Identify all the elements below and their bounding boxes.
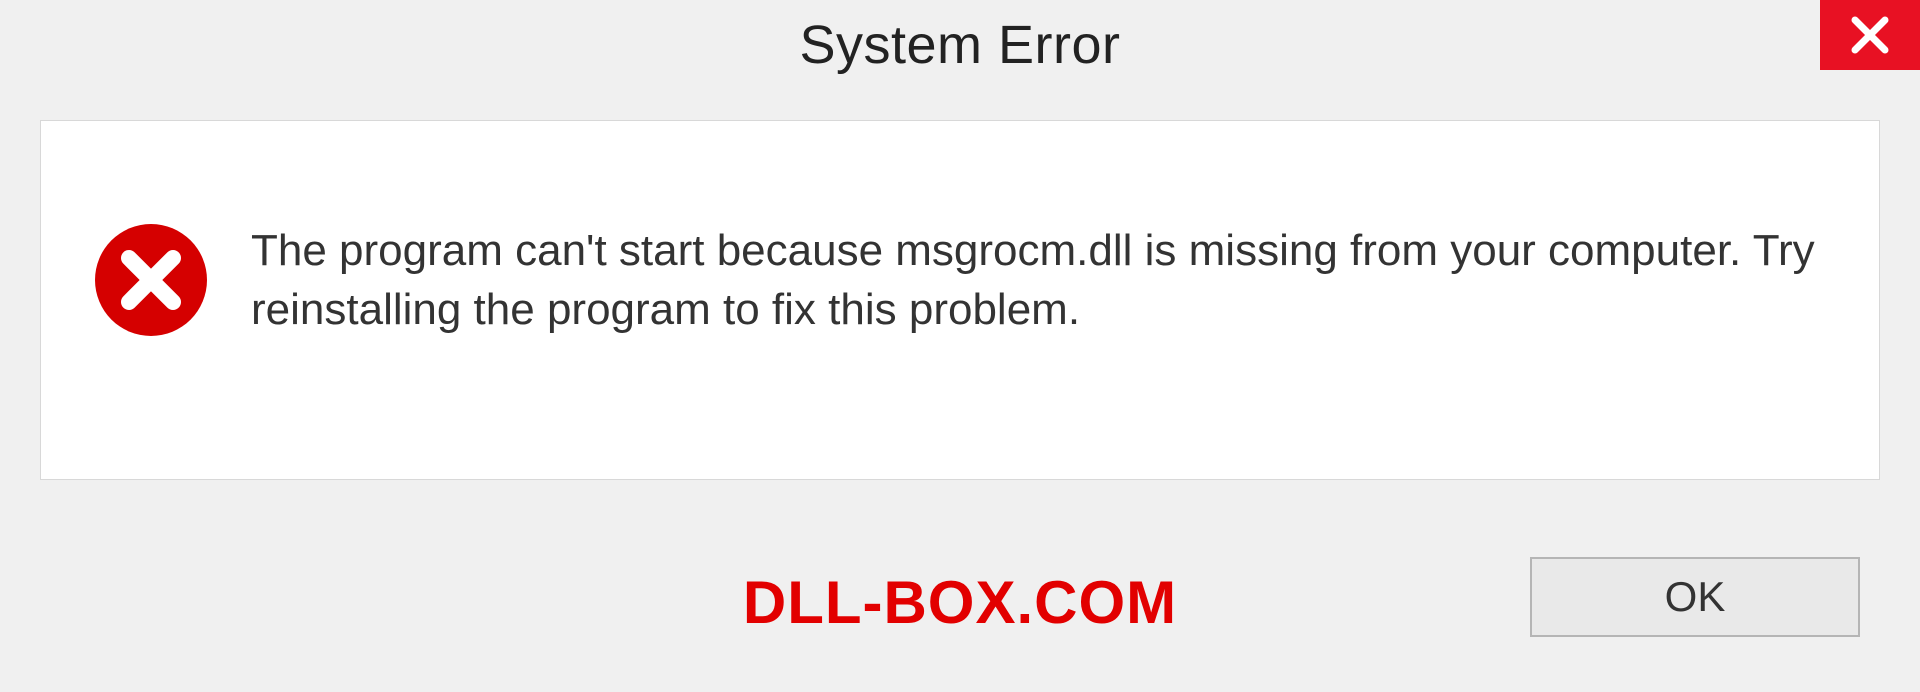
- error-cross-icon: [91, 220, 211, 340]
- close-button[interactable]: [1820, 0, 1920, 70]
- message-panel: The program can't start because msgrocm.…: [40, 120, 1880, 480]
- dialog-title: System Error: [799, 14, 1120, 76]
- titlebar: System Error: [0, 0, 1920, 90]
- close-icon: [1847, 12, 1893, 58]
- ok-button[interactable]: OK: [1530, 557, 1860, 637]
- footer: DLL-BOX.COM OK: [0, 522, 1920, 692]
- watermark-text: DLL-BOX.COM: [743, 568, 1177, 637]
- error-message: The program can't start because msgrocm.…: [251, 221, 1839, 340]
